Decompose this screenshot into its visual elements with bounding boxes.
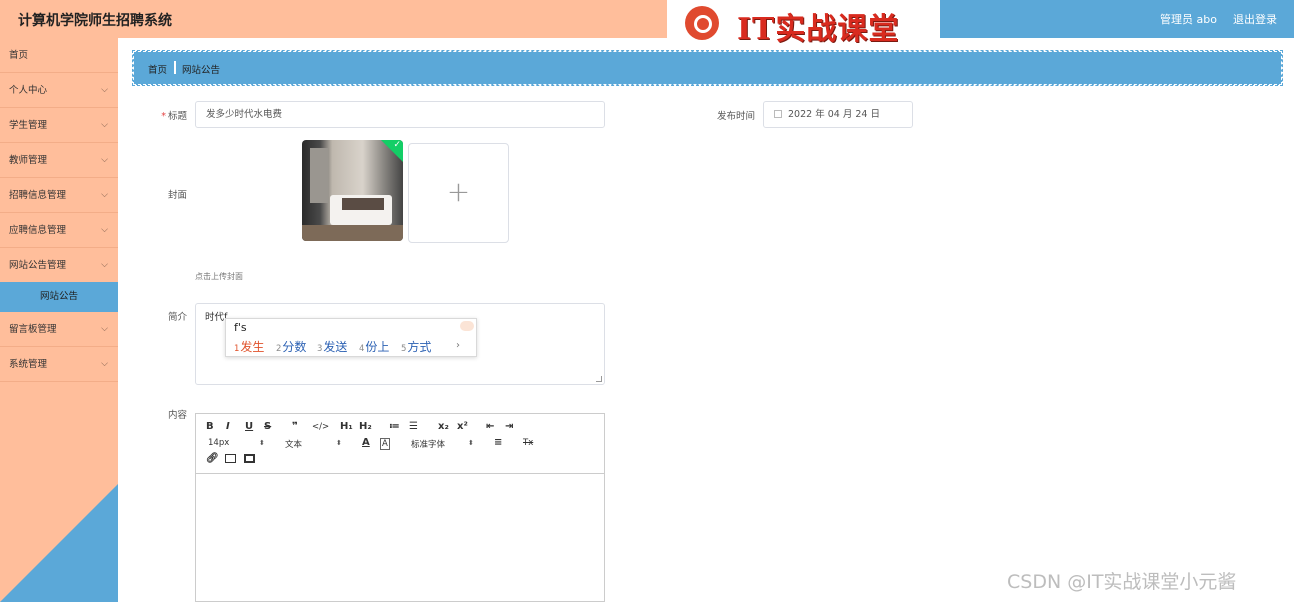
sidebar-item-label: 教师管理 [9,155,48,166]
sidebar-item-label: 应聘信息管理 [9,225,67,236]
csdn-watermark: CSDN @IT实战课堂小元酱 [1007,571,1237,593]
text-type-select[interactable]: 文本 [285,438,302,450]
sidebar-item-announcements[interactable]: 网站公告管理 ⌵ [0,248,118,283]
chevron-down-icon: ⌵ [101,225,108,235]
sidebar-item-system[interactable]: 系统管理 ⌵ [0,347,118,382]
upload-cover-button[interactable]: + [408,143,509,243]
breadcrumb-current: 网站公告 [182,65,221,76]
text-type-arrow-icon: ⬍ [336,439,342,447]
rich-text-editor: B I U S ❞ </> H₁ H₂ ≔ ☰ x₂ x² ⇤ ⇥ 14px ⬍… [195,413,605,602]
outdent-button[interactable]: ⇤ [486,421,494,432]
background-color-icon[interactable]: A [380,438,390,450]
sidebar: 首页 个人中心 ⌵ 学生管理 ⌵ 教师管理 ⌵ 招聘信息管理 ⌵ 应聘信息管理 … [0,38,118,602]
admin-user-label[interactable]: 管理员 abo [1160,11,1217,27]
sidebar-item-label: 个人中心 [9,85,48,96]
image-icon[interactable] [225,454,236,463]
sidebar-item-label: 留言板管理 [9,324,57,335]
plus-icon: + [446,175,471,208]
intro-label: 简介 [167,312,187,323]
chevron-down-icon: ⌵ [101,324,108,334]
sidebar-decoration [0,484,118,602]
check-icon: ✓ [393,140,401,150]
font-size-select[interactable]: 14px [208,438,229,448]
ime-candidate-4[interactable]: 4份上 [359,338,389,355]
logout-link[interactable]: 退出登录 [1233,11,1277,27]
breadcrumb-separator [174,61,176,74]
blockquote-button[interactable]: ❞ [292,421,298,432]
intro-text: 时代f [205,312,228,323]
ime-candidate-3[interactable]: 3发送 [317,338,347,355]
ime-next-page-icon[interactable]: › [456,340,460,351]
bullet-list-button[interactable]: ☰ [409,421,418,432]
ordered-list-button[interactable]: ≔ [389,421,400,432]
ime-decoration-icon [460,321,474,331]
cover-label: 封面 [167,190,187,201]
link-icon[interactable]: 🔗︎ [206,453,219,464]
cover-image[interactable]: ✓ [302,140,403,241]
bold-button[interactable]: B [206,421,214,432]
breadcrumb-home[interactable]: 首页 [148,62,167,76]
chevron-down-icon: ⌵ [101,359,108,369]
video-icon[interactable] [244,454,255,463]
superscript-button[interactable]: x² [457,421,468,432]
editor-toolbar: B I U S ❞ </> H₁ H₂ ≔ ☰ x₂ x² ⇤ ⇥ 14px ⬍… [196,414,604,474]
sidebar-item-label: 首页 [9,50,29,61]
resize-handle[interactable] [596,376,602,382]
code-block-button[interactable]: </> [312,422,329,432]
chevron-down-icon: ⌵ [101,190,108,200]
chevron-down-icon: ⌵ [101,85,108,95]
clear-format-button[interactable]: Tx [523,438,533,448]
sidebar-item-teachers[interactable]: 教师管理 ⌵ [0,143,118,178]
publish-date-value: 2022 年 04 月 24 日 [788,109,880,120]
header1-button[interactable]: H₁ [340,421,353,432]
chevron-down-icon: ⌵ [101,120,108,130]
system-title: 计算机学院师生招聘系统 [18,13,172,29]
sidebar-item-home[interactable]: 首页 [0,38,118,73]
subscript-button[interactable]: x₂ [438,421,449,432]
chevron-down-icon: ⌵ [101,155,108,165]
calendar-icon [774,110,782,118]
content-label: 内容 [167,410,187,421]
sidebar-item-profile[interactable]: 个人中心 ⌵ [0,73,118,108]
header2-button[interactable]: H₂ [359,421,372,432]
sidebar-item-label: 招聘信息管理 [9,190,67,201]
title-label: * 标题 [161,111,187,122]
sidebar-item-applications[interactable]: 应聘信息管理 ⌵ [0,213,118,248]
italic-button[interactable]: I [226,421,230,432]
publish-date-picker[interactable]: 2022 年 04 月 24 日 [763,101,913,128]
strike-button[interactable]: S [264,421,271,432]
top-header: 计算机学院师生招聘系统 IT实战课堂 管理员 abo 退出登录 [0,0,1294,47]
font-color-icon[interactable]: A [362,437,370,448]
sidebar-item-students[interactable]: 学生管理 ⌵ [0,108,118,143]
ime-candidate-1[interactable]: 1发生 [234,338,264,355]
indent-button[interactable]: ⇥ [505,421,513,432]
chevron-down-icon: ⌵ [101,260,108,270]
sidebar-item-label: 系统管理 [9,359,48,370]
ime-pinyin: f's [234,321,247,334]
brand-logo: IT实战课堂 [667,0,940,47]
logo-text: IT实战课堂 [737,12,900,47]
sidebar-subitem-announcement[interactable]: 网站公告 [0,282,118,312]
ime-candidate-5[interactable]: 5方式 [401,338,431,355]
font-size-arrow-icon: ⬍ [259,439,265,447]
cover-upload-hint: 点击上传封面 [195,272,243,281]
ime-candidate-2[interactable]: 2分数 [276,338,306,355]
ime-candidate-popup: f's 1发生 2分数 3发送 4份上 5方式 › [225,318,477,357]
breadcrumb: 首页 网站公告 [132,50,1283,86]
font-family-arrow-icon: ⬍ [468,439,474,447]
publish-time-label: 发布时间 [716,111,755,122]
sidebar-item-messages[interactable]: 留言板管理 ⌵ [0,312,118,347]
sidebar-item-label: 学生管理 [9,120,48,131]
sidebar-item-label: 网站公告管理 [9,260,67,271]
align-left-icon[interactable]: ≡ [494,437,502,448]
sidebar-item-recruitment[interactable]: 招聘信息管理 ⌵ [0,178,118,213]
font-family-select[interactable]: 标准字体 [411,438,445,450]
title-input[interactable]: 发多少时代水电费 [195,101,605,128]
underline-button[interactable]: U [245,421,253,432]
required-marker: * [161,111,166,122]
chrome-logo-icon [685,6,719,40]
